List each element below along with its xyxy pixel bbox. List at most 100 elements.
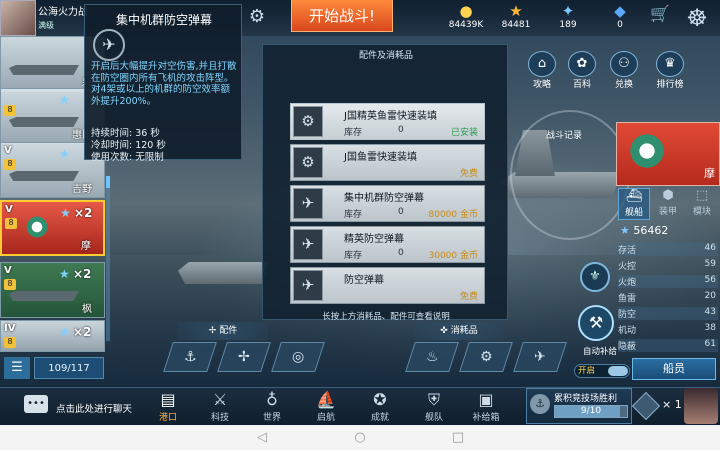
ship-card[interactable]: V 8 ★ ×2 枫 — [0, 262, 105, 318]
auto-supply-button[interactable]: ⚒ — [578, 305, 614, 341]
nav-sail[interactable]: ⛵ 启航 — [306, 390, 346, 423]
stat-row: 机动 38 — [618, 323, 718, 336]
item-status: 已安装 — [450, 128, 478, 138]
coin-value: 84439K — [448, 20, 484, 30]
encyclopedia-button[interactable]: ✿ 百科 — [564, 51, 600, 91]
stat-row: 隐蔽 61 — [618, 339, 718, 352]
auto-supply-toggle[interactable]: 开启 — [574, 364, 630, 378]
ship-list-scrollbar[interactable] — [106, 176, 110, 341]
ship-silhouette — [9, 171, 79, 181]
back-icon[interactable]: ◁ — [252, 428, 272, 448]
ship-card[interactable]: IV 8 ★ ×2 — [0, 320, 105, 352]
consumable-item[interactable]: ✈ 防空弹幕 免费 — [290, 267, 485, 304]
arena-title: 累积竞技场胜利 — [554, 394, 618, 404]
torpedo-reload-icon: ⚙ — [479, 349, 493, 365]
encyclopedia-icon: ✿ — [568, 51, 596, 77]
recents-icon[interactable]: □ — [448, 428, 468, 448]
nav-harbor[interactable]: ▤ 港口 — [148, 390, 188, 423]
ship-card-selected[interactable]: V 8 ★ ×2 摩 — [0, 200, 105, 256]
world-icon: ♁ — [266, 390, 278, 409]
ship-card-multiplier: ×2 — [73, 267, 92, 281]
tab-armor[interactable]: ⬢ 装甲 — [652, 188, 684, 220]
exchange-button[interactable]: ⚇ 兑换 — [606, 51, 642, 91]
list-view-icon[interactable]: ☰ — [4, 357, 30, 379]
tab-armor-label: 装甲 — [658, 207, 677, 217]
stat-value: 38 — [704, 323, 716, 333]
chat-hint[interactable]: 点击此处进行聊天 — [56, 401, 132, 415]
star-resource[interactable]: ★ 84481 — [494, 2, 538, 34]
consumable-item[interactable]: ✈ 集中机群防空弹幕 库存 0 80000 金币 — [290, 185, 485, 222]
stat-name: 火炮 — [618, 278, 637, 288]
tooltip-description: 开启后大幅提升对空伤害,并且打散在防空圈内所有飞机的攻击阵型。对4架或以上的机群… — [91, 61, 237, 107]
panel-title: 配件及消耗品 — [358, 51, 413, 61]
gem-icon: ◆ — [614, 2, 626, 20]
ship-nation-flag: 摩 — [616, 122, 720, 186]
stat-row: 鱼雷 20 — [618, 291, 718, 304]
nav-harbor-label: 港口 — [158, 413, 177, 423]
ship-silhouette — [9, 117, 79, 127]
item-name: J国精英鱼雷快速装填 — [344, 111, 437, 122]
toggle-knob — [608, 366, 628, 376]
item-tooltip: 集中机群防空弹幕 ✈ 开启后大幅提升对空伤害,并且打散在防空圈内所有飞机的攻击阵… — [84, 4, 242, 163]
selected-ship-name: 摩 — [704, 167, 715, 180]
exchange-icon: ⚇ — [610, 51, 638, 77]
nav-supply-box[interactable]: ▣ 补给箱 — [466, 390, 506, 423]
stat-value: 20 — [704, 291, 716, 301]
exchange-label: 兑换 — [614, 80, 633, 90]
nav-fleet[interactable]: ⛨ 舰队 — [414, 390, 454, 423]
stock-qty: 0 — [398, 248, 404, 258]
advisor-avatar[interactable] — [684, 388, 718, 424]
coin-resource[interactable]: ● 84439K — [444, 2, 488, 34]
nav-achievement-label: 成就 — [370, 413, 389, 423]
flak-barrage-icon: ✈ — [293, 188, 323, 219]
consumable-item[interactable]: ⚙ J国鱼雷快速装填 免费 — [290, 144, 485, 181]
ship-card-name: 吉野 — [72, 184, 92, 195]
player-avatar[interactable] — [0, 0, 36, 36]
settings-gear-icon[interactable]: ⚙ — [246, 6, 268, 28]
ticket-resource[interactable]: ✦ 189 — [546, 2, 590, 34]
nav-world[interactable]: ♁ 世界 — [252, 390, 292, 423]
power-value: 56462 — [633, 224, 669, 237]
captain-badge-icon[interactable]: ⚜ — [580, 262, 610, 292]
ship-card-tier: IV — [4, 323, 16, 334]
ship-card-tier: V — [5, 204, 13, 215]
chat-bubble-icon[interactable]: ••• — [24, 395, 48, 413]
crew-button[interactable]: 船员 — [632, 358, 716, 380]
ship-wheel-icon: ☸ — [686, 4, 708, 32]
star-icon: ★ — [59, 147, 70, 161]
shop-cart-icon[interactable]: 🛒 — [650, 4, 670, 23]
tab-module[interactable]: ⬚ 模块 — [686, 188, 718, 220]
gem-resource[interactable]: ◆ 0 — [598, 2, 642, 34]
guide-label: 攻略 — [532, 80, 551, 90]
home-icon[interactable]: ○ — [350, 428, 370, 448]
encyclopedia-label: 百科 — [572, 80, 591, 90]
ship-card-name: 摩 — [81, 241, 91, 252]
ship-card-level: 8 — [4, 279, 16, 290]
ship-list-scroll-thumb[interactable] — [106, 176, 110, 188]
consumables-panel: 配件及消耗品 ⚙ J国精英鱼雷快速装填 库存 0 已安装 ⚙ J国鱼雷快速装填 … — [262, 44, 508, 322]
nav-tech[interactable]: ⚔ 科技 — [200, 390, 240, 423]
coin-icon: ● — [459, 2, 473, 20]
consumable-item[interactable]: ✈ 精英防空弹幕 库存 0 30000 金币 — [290, 226, 485, 263]
nav-achievement[interactable]: ✪ 成就 — [360, 390, 400, 423]
ship-card-tier: V — [4, 265, 12, 276]
consumable-item[interactable]: ⚙ J国精英鱼雷快速装填 库存 0 已安装 — [290, 103, 485, 140]
ship-card-tier: V — [4, 145, 12, 156]
stat-value: 59 — [704, 259, 716, 269]
ship-card-name: 枫 — [82, 304, 92, 315]
consumable-gear-icon: ✜ — [440, 326, 451, 336]
flak-barrage-icon: ✈ — [293, 229, 323, 260]
item-name: 精英防空弹幕 — [344, 234, 404, 245]
leaderboard-button[interactable]: ♛ 排行榜 — [652, 51, 688, 91]
tab-ship[interactable]: ⛴ 舰船 — [618, 188, 650, 220]
start-battle-button[interactable]: 开始战斗! — [291, 0, 393, 32]
auto-supply-label: 自动补给 — [583, 347, 618, 357]
star-icon: ★ — [509, 2, 523, 20]
battle-record-link[interactable]: 战斗记录 — [546, 128, 582, 141]
item-name: 集中机群防空弹幕 — [344, 193, 424, 204]
target-icon: ◎ — [291, 349, 305, 365]
item-price: 80000 金币 — [428, 210, 479, 220]
guide-button[interactable]: ⌂ 攻略 — [524, 51, 560, 91]
nation-emblem-icon — [627, 131, 667, 171]
sail-icon: ⛵ — [316, 390, 336, 409]
